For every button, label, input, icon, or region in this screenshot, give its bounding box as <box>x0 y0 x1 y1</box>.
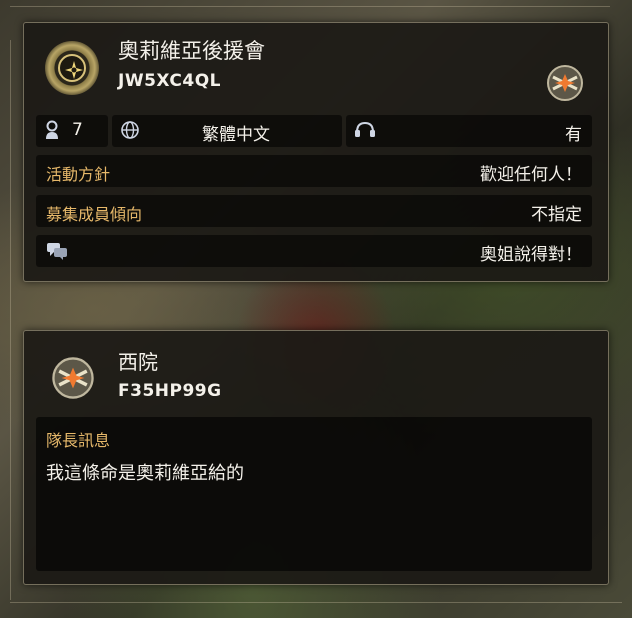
leader-message-box: 隊長訊息 我這條命是奧莉維亞給的 <box>36 417 592 571</box>
leader-message-text: 我這條命是奧莉維亞給的 <box>46 463 244 484</box>
frame-line-top <box>10 6 610 7</box>
policy-value: 歡迎任何人！ <box>480 165 582 185</box>
clan-stats-row: 7 繁體中文 有 <box>36 115 592 147</box>
headset-icon <box>354 120 376 144</box>
recruit-value: 不指定 <box>531 205 582 225</box>
language-value: 繁體中文 <box>202 125 270 145</box>
recruit-label: 募集成員傾向 <box>46 205 143 224</box>
recruit-row: 募集成員傾向 不指定 <box>36 195 592 227</box>
member-rank-emblem-icon <box>50 355 96 401</box>
globe-icon <box>120 120 140 144</box>
clan-code: JW5XC4QL <box>118 71 221 91</box>
member-code: F35HP99G <box>118 381 222 401</box>
motto-value: 奧姐說得對！ <box>480 245 582 265</box>
voice-chat-cell: 有 <box>346 115 592 147</box>
member-info-panel: 西院 F35HP99G 隊長訊息 我這條命是奧莉維亞給的 <box>23 330 609 585</box>
chat-bubbles-icon <box>46 242 68 264</box>
member-bust-icon <box>44 120 60 144</box>
member-count-cell: 7 <box>36 115 108 147</box>
frame-line-bottom <box>10 602 622 603</box>
policy-label: 活動方針 <box>46 165 111 184</box>
clan-emblem-icon <box>45 41 99 95</box>
clan-name: 奧莉維亞後援會 <box>118 39 265 63</box>
crossed-arrows-emblem-icon <box>545 63 585 103</box>
language-cell: 繁體中文 <box>112 115 342 147</box>
member-count: 7 <box>72 120 83 140</box>
clan-info-panel: 奧莉維亞後援會 JW5XC4QL 7 繁體中文 有 活動方針 歡迎任何人！ 募集… <box>23 22 609 282</box>
member-name: 西院 <box>118 350 158 374</box>
policy-row: 活動方針 歡迎任何人！ <box>36 155 592 187</box>
leader-message-label: 隊長訊息 <box>46 431 111 450</box>
motto-row: 奧姐說得對！ <box>36 235 592 267</box>
voice-chat-value: 有 <box>565 125 582 145</box>
frame-line-left <box>10 40 11 600</box>
